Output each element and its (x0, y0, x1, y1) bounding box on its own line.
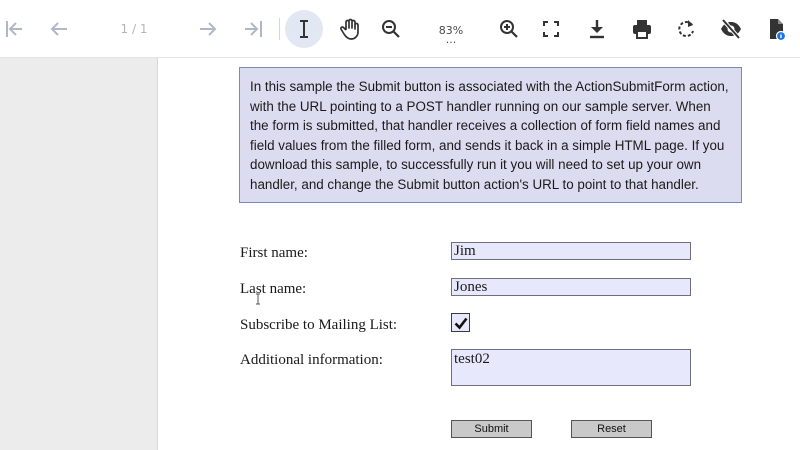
last-name-label: Last name: (240, 281, 307, 297)
hide-annotations-icon (721, 18, 741, 40)
rotate-icon (678, 20, 694, 38)
first-page-button[interactable] (0, 11, 32, 47)
download-button[interactable] (579, 11, 615, 47)
submit-button[interactable]: Submit (451, 420, 532, 438)
hide-annotations-button[interactable] (713, 11, 749, 47)
viewer-toolbar: 1 / 1 83% ... (0, 0, 800, 58)
zoom-out-button[interactable] (373, 11, 409, 47)
last-page-button[interactable] (235, 11, 271, 47)
first-page-icon (6, 21, 22, 37)
first-name-label: First name: (240, 245, 308, 261)
rotate-button[interactable] (668, 11, 704, 47)
previous-page-icon (50, 22, 67, 36)
sidebar-gutter (0, 58, 158, 450)
document-page: In this sample the Submit button is asso… (159, 58, 800, 450)
hand-tool-icon (340, 18, 359, 40)
next-page-button[interactable] (190, 11, 226, 47)
print-button[interactable] (624, 11, 660, 47)
reset-button[interactable]: Reset (571, 420, 652, 438)
last-name-field[interactable]: Jones (451, 278, 691, 296)
document-properties-button[interactable] (758, 11, 794, 47)
toolbar-divider (279, 18, 280, 40)
print-icon (633, 20, 651, 39)
zoom-in-icon (500, 20, 518, 38)
text-select-button[interactable] (285, 10, 323, 48)
zoom-options-button[interactable]: ... (440, 34, 462, 45)
text-cursor-icon (256, 293, 260, 305)
first-name-field[interactable]: Jim (451, 242, 691, 260)
hand-tool-button[interactable] (332, 11, 368, 47)
checkmark-icon (454, 317, 468, 329)
page-indicator[interactable]: 1 / 1 (110, 22, 158, 36)
additional-info-label: Additional information: (240, 352, 383, 368)
subscribe-checkbox[interactable] (451, 313, 470, 332)
text-select-icon (300, 20, 308, 38)
subscribe-label: Subscribe to Mailing List: (240, 317, 398, 333)
document-properties-icon (770, 19, 787, 41)
download-icon (590, 20, 604, 39)
additional-info-field[interactable]: test02 (451, 349, 691, 386)
next-page-icon (200, 22, 217, 36)
previous-page-button[interactable] (41, 11, 77, 47)
fullscreen-button[interactable] (533, 11, 569, 47)
info-note: In this sample the Submit button is asso… (239, 67, 742, 203)
zoom-out-icon (382, 20, 400, 38)
zoom-in-button[interactable] (491, 11, 527, 47)
last-page-icon (245, 21, 262, 37)
fullscreen-icon (543, 21, 559, 37)
